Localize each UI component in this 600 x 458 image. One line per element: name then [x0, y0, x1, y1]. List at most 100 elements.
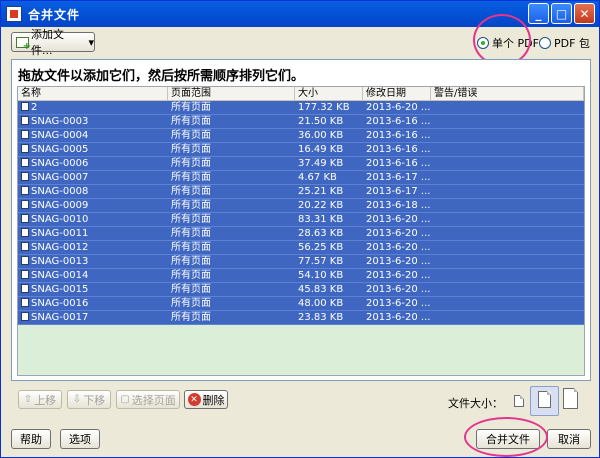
file-size: 23.83 KB: [298, 312, 344, 323]
file-icon: [21, 158, 29, 167]
file-size: 25.21 KB: [298, 186, 344, 197]
column-header-size[interactable]: 大小: [295, 87, 363, 100]
file-row[interactable]: SNAG-0014 所有页面 54.10 KB 2013-6-20 ...: [18, 269, 584, 283]
file-name: 2: [31, 102, 38, 113]
file-warning: [431, 185, 584, 198]
title-buttons: _ □ ✕: [528, 3, 595, 24]
page-icon: ▢: [120, 394, 130, 405]
file-row[interactable]: SNAG-0005 所有页面 16.49 KB 2013-6-16 ...: [18, 143, 584, 157]
file-row[interactable]: SNAG-0017 所有页面 23.83 KB 2013-6-20 ...: [18, 311, 584, 325]
file-name: SNAG-0014: [31, 270, 89, 281]
pdf-package-label: PDF 包: [554, 37, 590, 50]
file-date: 2013-6-20 ...: [366, 284, 431, 295]
file-list[interactable]: 名称 页面范围 大小 修改日期 警告/错误 2 所有页面 177.32 KB 2013…: [17, 86, 585, 376]
file-warning: [431, 213, 584, 226]
radio-unselected-icon: [539, 37, 551, 49]
file-icon: [21, 242, 29, 251]
file-size: 45.83 KB: [298, 284, 344, 295]
file-size: 37.49 KB: [298, 158, 344, 169]
file-date: 2013-6-17 ...: [366, 186, 431, 197]
file-name: SNAG-0012: [31, 242, 89, 253]
file-row[interactable]: SNAG-0016 所有页面 48.00 KB 2013-6-20 ...: [18, 297, 584, 311]
file-size: 56.25 KB: [298, 242, 344, 253]
help-button[interactable]: 帮助: [11, 429, 51, 449]
move-up-label: 上移: [34, 393, 57, 407]
file-row[interactable]: SNAG-0010 所有页面 83.31 KB 2013-6-20 ...: [18, 213, 584, 227]
file-size: 4.67 KB: [298, 172, 337, 183]
file-date: 2013-6-20 ...: [366, 228, 431, 239]
app-icon: [6, 6, 22, 22]
file-size: 28.63 KB: [298, 228, 344, 239]
file-name: SNAG-0007: [31, 172, 89, 183]
file-size-small-icon[interactable]: [514, 395, 524, 407]
file-warning: [431, 157, 584, 170]
file-date: 2013-6-16 ...: [366, 158, 431, 169]
file-warning: [431, 129, 584, 142]
column-header-page-range[interactable]: 页面范围: [168, 87, 295, 100]
file-row[interactable]: SNAG-0015 所有页面 45.83 KB 2013-6-20 ...: [18, 283, 584, 297]
add-file-icon: [16, 36, 31, 52]
file-row[interactable]: SNAG-0007 所有页面 4.67 KB 2013-6-17 ...: [18, 171, 584, 185]
options-button[interactable]: 选项: [60, 429, 100, 449]
file-name: SNAG-0010: [31, 214, 89, 225]
instruction-text: 拖放文件以添加它们，然后按所需顺序排列它们。: [18, 69, 305, 84]
file-warning: [431, 171, 584, 184]
file-date: 2013-6-20 ...: [366, 214, 431, 225]
file-name: SNAG-0013: [31, 256, 89, 267]
file-size: 48.00 KB: [298, 298, 344, 309]
file-name: SNAG-0004: [31, 130, 89, 141]
move-up-button[interactable]: ⇧ 上移: [18, 390, 62, 409]
file-size-medium-icon[interactable]: [538, 391, 551, 408]
pdf-package-radio[interactable]: PDF 包: [539, 35, 590, 51]
file-row[interactable]: SNAG-0013 所有页面 77.57 KB 2013-6-20 ...: [18, 255, 584, 269]
file-row[interactable]: SNAG-0006 所有页面 37.49 KB 2013-6-16 ...: [18, 157, 584, 171]
file-name: SNAG-0016: [31, 298, 89, 309]
file-icon: [21, 172, 29, 181]
move-down-button[interactable]: ⇩ 下移: [67, 390, 111, 409]
file-date: 2013-6-20 ...: [366, 270, 431, 281]
file-range: 所有页面: [171, 144, 211, 155]
file-date: 2013-6-16 ...: [366, 144, 431, 155]
list-body: 2 所有页面 177.32 KB 2013-6-20 ... SNAG-0003 所有页…: [18, 101, 584, 325]
minimize-icon[interactable]: _: [528, 3, 549, 24]
delete-label: 删除: [202, 393, 225, 407]
file-range: 所有页面: [171, 130, 211, 141]
column-header-warnings[interactable]: 警告/错误: [431, 87, 584, 100]
file-icon: [21, 298, 29, 307]
file-row[interactable]: SNAG-0004 所有页面 36.00 KB 2013-6-16 ...: [18, 129, 584, 143]
add-files-label: 添加文件...: [31, 28, 64, 57]
file-warning: [431, 241, 584, 254]
window-title: 合并文件: [28, 7, 81, 22]
file-size: 20.22 KB: [298, 200, 344, 211]
file-name: SNAG-0005: [31, 144, 89, 155]
maximize-icon[interactable]: □: [551, 3, 572, 24]
file-size: 54.10 KB: [298, 270, 344, 281]
column-header-name[interactable]: 名称: [18, 87, 168, 100]
file-row[interactable]: SNAG-0011 所有页面 28.63 KB 2013-6-20 ...: [18, 227, 584, 241]
file-icon: [21, 186, 29, 195]
file-warning: [431, 297, 584, 310]
file-row[interactable]: 2 所有页面 177.32 KB 2013-6-20 ...: [18, 101, 584, 115]
file-warning: [431, 269, 584, 282]
file-row[interactable]: SNAG-0009 所有页面 20.22 KB 2013-6-18 ...: [18, 199, 584, 213]
cancel-button[interactable]: 取消: [547, 429, 591, 449]
file-date: 2013-6-18 ...: [366, 200, 431, 211]
file-name: SNAG-0006: [31, 158, 89, 169]
file-row[interactable]: SNAG-0008 所有页面 25.21 KB 2013-6-17 ...: [18, 185, 584, 199]
file-size-large-icon[interactable]: [563, 388, 578, 409]
file-warning: [431, 283, 584, 296]
column-header-modified[interactable]: 修改日期: [363, 87, 431, 100]
file-size: 21.50 KB: [298, 116, 344, 127]
file-warning: [431, 115, 584, 128]
file-name: SNAG-0017: [31, 312, 89, 323]
add-files-button[interactable]: 添加文件... ▾: [11, 28, 95, 57]
file-size-label: 文件大小：: [448, 397, 503, 410]
file-icon: [21, 130, 29, 139]
close-icon[interactable]: ✕: [574, 3, 595, 24]
file-row[interactable]: SNAG-0012 所有页面 56.25 KB 2013-6-20 ...: [18, 241, 584, 255]
file-row[interactable]: SNAG-0003 所有页面 21.50 KB 2013-6-16 ...: [18, 115, 584, 129]
delete-button[interactable]: ✕ 删除: [184, 390, 228, 409]
file-range: 所有页面: [171, 298, 211, 309]
select-pages-button[interactable]: ▢ 选择页面: [116, 390, 180, 409]
delete-icon: ✕: [187, 393, 201, 406]
